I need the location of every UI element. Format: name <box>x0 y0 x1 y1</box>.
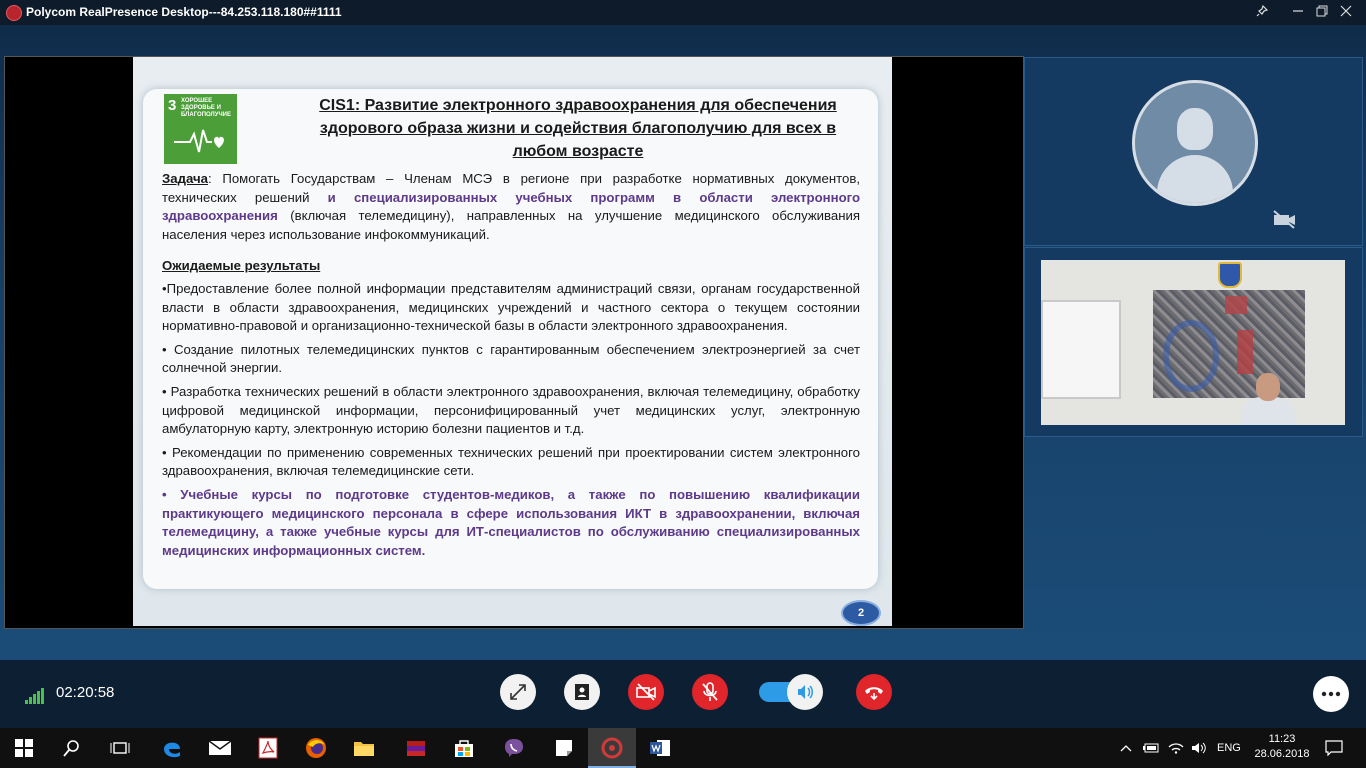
microphone-mute-button[interactable] <box>692 674 728 710</box>
task-paragraph: Задача: Помогать Государствам – Членам М… <box>162 170 860 244</box>
windows-taskbar: ENG 11:23 28.06.2018 <box>0 728 1366 768</box>
signal-strength-icon <box>25 688 47 704</box>
mail-icon <box>208 740 232 755</box>
clock-time: 11:23 <box>1268 733 1296 745</box>
sdg-label: ХОРОШЕЕ ЗДОРОВЬЕ И БЛАГОПОЛУЧИЕ <box>181 98 231 118</box>
input-language[interactable]: ENG <box>1217 728 1241 768</box>
firefox-icon <box>306 738 326 758</box>
taskbar-pdf-reader[interactable] <box>244 728 292 768</box>
search-button[interactable] <box>48 728 96 768</box>
heartbeat-icon <box>174 129 224 153</box>
start-button[interactable] <box>0 728 48 768</box>
window-title: Polycom RealPresence Desktop---84.253.11… <box>26 5 342 19</box>
slide-title-line-2: здорового образа жизни и содействия благ… <box>319 120 837 137</box>
emblem <box>1218 262 1242 288</box>
tray-overflow-icon[interactable] <box>1120 728 1132 768</box>
call-control-bar: 02:20:58 <box>0 660 1366 728</box>
folder-icon <box>354 742 374 756</box>
task-view-icon <box>110 742 130 754</box>
search-icon <box>63 740 79 757</box>
camera-off-icon <box>1273 210 1295 229</box>
self-view-panel[interactable] <box>1024 57 1363 246</box>
shared-slide: 3 ХОРОШЕЕ ЗДОРОВЬЕ И БЛАГОПОЛУЧИЕ CIS1: … <box>133 57 892 626</box>
slide-title-line-3: любом возрасте <box>512 143 644 160</box>
speaker-icon <box>798 685 813 699</box>
pdf-icon <box>258 737 278 759</box>
taskbar-file-explorer[interactable] <box>340 728 388 768</box>
content-share-button[interactable] <box>564 674 600 710</box>
remote-video-panel[interactable] <box>1024 247 1363 437</box>
speaker-button[interactable] <box>787 674 823 710</box>
task-view-button[interactable] <box>96 728 144 768</box>
taskbar-viber[interactable] <box>490 728 538 768</box>
slide-title: CIS1: Развитие электронного здравоохране… <box>283 94 873 163</box>
whiteboard <box>1041 300 1121 399</box>
archive-books-icon <box>407 741 425 756</box>
share-content-icon <box>575 684 589 700</box>
result-bullet-5: • Учебные курсы по подготовке студентов-… <box>162 486 860 558</box>
result-bullet-4: • Рекомендации по применению современных… <box>162 444 860 479</box>
edge-icon <box>164 742 180 758</box>
taskbar-firefox[interactable] <box>292 728 340 768</box>
windows-logo-icon <box>15 739 33 757</box>
store-bag-icon <box>455 740 473 757</box>
taskbar-edge[interactable] <box>148 728 196 768</box>
fullscreen-button[interactable] <box>500 674 536 710</box>
volume-icon[interactable] <box>1190 728 1208 768</box>
expand-icon <box>510 684 526 700</box>
clock-date: 28.06.2018 <box>1254 748 1310 760</box>
result-bullet-1: •Предоставление более полной информации … <box>162 280 860 334</box>
taskbar-sticky-notes[interactable] <box>540 728 588 768</box>
polycom-app-icon <box>6 5 22 21</box>
battery-icon[interactable] <box>1142 728 1160 768</box>
result-bullet-3: • Разработка технических решений в облас… <box>162 383 860 437</box>
taskbar-clock[interactable]: 11:23 28.06.2018 <box>1254 732 1310 762</box>
camera-muted-icon <box>636 683 656 701</box>
polycom-icon <box>601 737 623 759</box>
sdg-number: 3 <box>168 97 177 114</box>
taskbar-mail[interactable] <box>196 728 244 768</box>
more-options-button[interactable] <box>1313 676 1349 712</box>
taskbar-polycom[interactable] <box>588 728 636 768</box>
viber-icon <box>505 739 523 757</box>
taskbar-winrar[interactable] <box>392 728 440 768</box>
taskbar-store[interactable] <box>440 728 488 768</box>
user-avatar-icon <box>1132 80 1258 206</box>
hang-up-icon <box>865 687 883 701</box>
hang-up-button[interactable] <box>856 674 892 710</box>
remote-participant <box>1241 373 1295 425</box>
microphone-muted-icon <box>702 682 718 701</box>
remote-video-feed <box>1041 260 1345 425</box>
window-titlebar: Polycom RealPresence Desktop---84.253.11… <box>0 0 1366 25</box>
task-label: Задача <box>162 171 208 186</box>
close-button[interactable] <box>1324 0 1366 25</box>
sticky-note-icon <box>556 740 572 756</box>
call-timer: 02:20:58 <box>56 684 115 701</box>
notifications-icon[interactable] <box>1325 728 1343 768</box>
video-mute-button[interactable] <box>628 674 664 710</box>
word-icon <box>650 740 670 756</box>
results-heading: Ожидаемые результаты <box>162 258 321 274</box>
sdg-goal-3-icon: 3 ХОРОШЕЕ ЗДОРОВЬЕ И БЛАГОПОЛУЧИЕ <box>164 94 237 164</box>
wifi-icon[interactable] <box>1168 728 1184 768</box>
result-bullet-2: • Создание пилотных телемедицинских пунк… <box>162 341 860 376</box>
slide-title-line-1: CIS1: Развитие электронного здравоохране… <box>319 97 837 114</box>
more-dots-icon <box>1321 691 1341 697</box>
taskbar-word[interactable] <box>636 728 684 768</box>
slide-body: Задача: Помогать Государствам – Членам М… <box>162 170 860 565</box>
slide-page-number: 2 <box>841 600 881 626</box>
